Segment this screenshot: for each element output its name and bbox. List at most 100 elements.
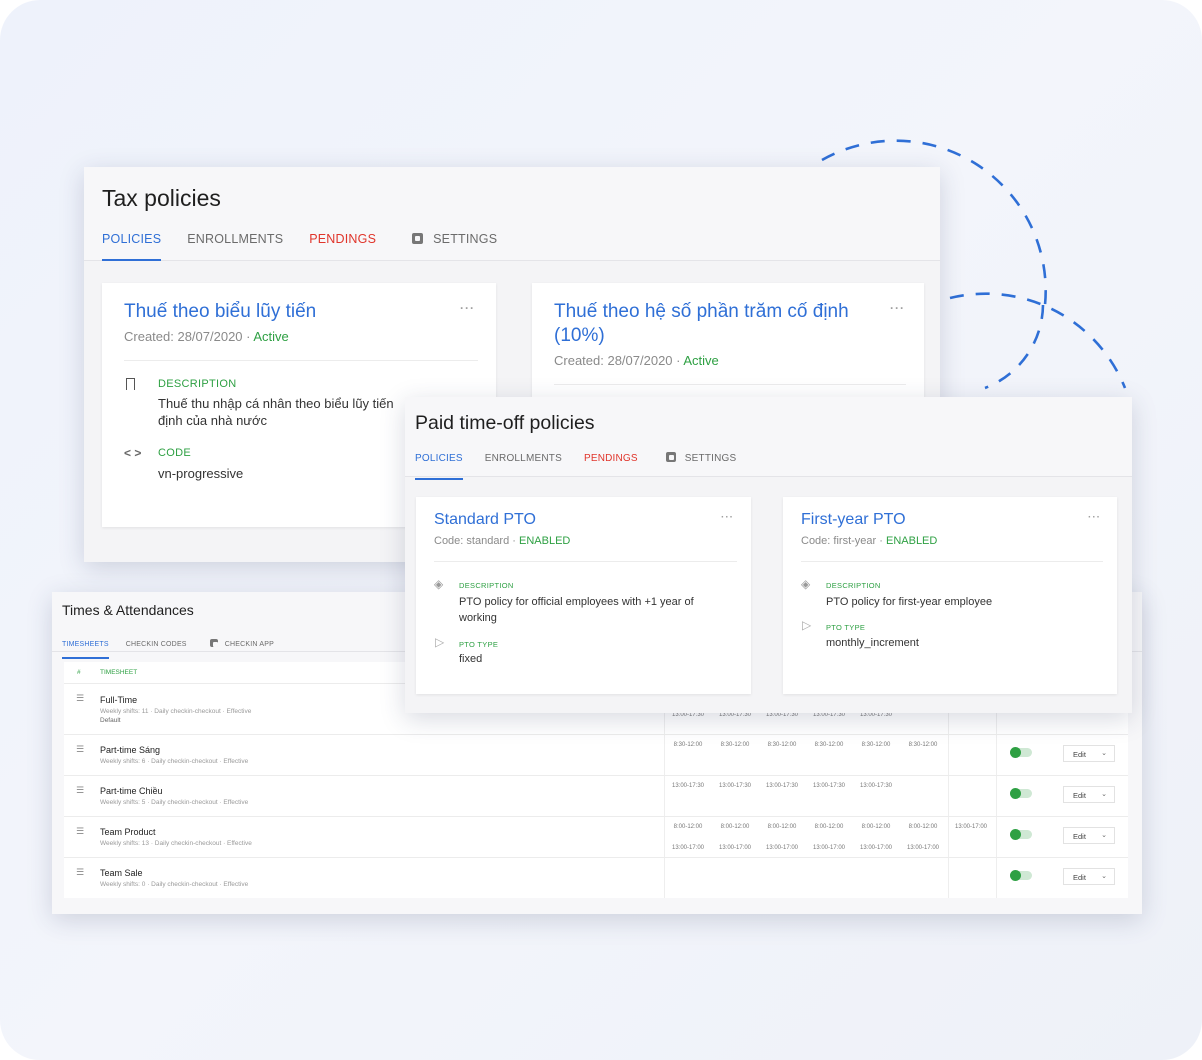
table-row[interactable]: ☰ Part-time Chiều Weekly shifts: 5 · Dai… xyxy=(64,776,1128,817)
policy-title[interactable]: Thuế theo hệ số phần trăm cố định xyxy=(554,301,849,323)
timesheet-name[interactable]: Part-time Sáng xyxy=(100,745,160,755)
edit-button[interactable]: Edit ⌄ xyxy=(1063,868,1115,885)
shift-cell: 8:30-12:00 xyxy=(861,742,891,748)
tab-enrollments[interactable]: ENROLLMENTS xyxy=(485,453,562,479)
edit-button[interactable]: Edit ⌄ xyxy=(1063,827,1115,844)
policy-title[interactable]: Thuế theo biểu lũy tiến xyxy=(124,301,316,323)
bookmark-icon xyxy=(126,378,135,390)
shift-cell: 8:00-12:00 xyxy=(673,824,703,830)
policy-meta: Code: standard · ENABLED xyxy=(434,535,570,547)
tab-checkin-app[interactable]: CHECKIN APP xyxy=(209,639,274,658)
tab-settings-label: SETTINGS xyxy=(433,232,498,246)
tab-checkin-codes[interactable]: CHECKIN CODES xyxy=(126,641,187,658)
page-title: Paid time-off policies xyxy=(415,412,595,434)
description-value: Thuế thu nhập cá nhân theo biểu lũy tiến xyxy=(158,396,394,411)
timesheet-name[interactable]: Team Sale xyxy=(100,868,143,878)
shift-cell: 13:00-17:30 xyxy=(859,783,893,789)
enabled-toggle[interactable] xyxy=(1010,747,1032,758)
drag-handle-icon[interactable]: ☰ xyxy=(76,867,84,878)
play-icon: ▷ xyxy=(435,635,445,649)
code-label: CODE xyxy=(158,447,191,459)
pto-policies-panel: Paid time-off policies POLICIES ENROLLME… xyxy=(405,397,1132,713)
shift-cell: 13:00-17:00 xyxy=(954,824,988,830)
drag-handle-icon[interactable]: ☰ xyxy=(76,826,84,837)
shift-cell: 13:00-17:30 xyxy=(718,783,752,789)
divider xyxy=(124,360,478,361)
tab-policies[interactable]: POLICIES xyxy=(415,453,463,480)
shift-cell: 13:00-17:00 xyxy=(812,845,846,851)
enabled-toggle[interactable] xyxy=(1010,788,1032,799)
tab-enrollments[interactable]: ENROLLMENTS xyxy=(187,232,283,260)
pto-type-value: fixed xyxy=(459,653,483,665)
policy-code: Code: first-year · xyxy=(801,535,883,547)
policy-title[interactable]: First-year PTO xyxy=(801,511,906,529)
shift-cell: 13:00-17:00 xyxy=(671,845,705,851)
page-title: Tax policies xyxy=(102,185,221,211)
settings-icon xyxy=(665,452,676,462)
shift-cell: 8:30-12:00 xyxy=(673,742,703,748)
drag-handle-icon[interactable]: ☰ xyxy=(76,785,84,796)
policy-meta: Created: 28/07/2020 · Active xyxy=(124,329,289,344)
policy-title-line2[interactable]: (10%) xyxy=(554,325,605,347)
drag-handle-icon[interactable]: ☰ xyxy=(76,693,84,704)
layers-icon: ◈ xyxy=(434,577,444,591)
table-row[interactable]: ☰ Team Product Weekly shifts: 13 · Daily… xyxy=(64,817,1128,858)
created-date: Created: 28/07/2020 · xyxy=(554,353,681,368)
code-value: vn-progressive xyxy=(158,466,244,481)
shift-cell: 13:00-17:00 xyxy=(718,845,752,851)
chevron-down-icon[interactable]: ⌄ xyxy=(1101,790,1107,798)
tab-settings[interactable]: SETTINGS xyxy=(412,232,497,260)
timesheet-meta: Weekly shifts: 0 · Daily checkin-checkou… xyxy=(100,881,249,888)
tab-policies[interactable]: POLICIES xyxy=(102,232,162,261)
chevron-down-icon[interactable]: ⌄ xyxy=(1101,872,1107,880)
description-label: DESCRIPTION xyxy=(826,581,881,590)
description-value-line2: định của nhà nước xyxy=(158,413,268,428)
settings-icon xyxy=(412,233,424,244)
tab-settings[interactable]: SETTINGS xyxy=(665,452,737,479)
policy-title[interactable]: Standard PTO xyxy=(434,511,536,529)
divider xyxy=(801,561,1103,562)
shift-cell: 8:30-12:00 xyxy=(814,742,844,748)
table-row[interactable]: ☰ Team Sale Weekly shifts: 0 · Daily che… xyxy=(64,858,1128,898)
settings-icon xyxy=(209,639,218,647)
status-badge: Active xyxy=(683,353,719,368)
status-badge: Active xyxy=(253,329,289,344)
more-icon[interactable]: ··· xyxy=(460,301,475,315)
tab-timesheets[interactable]: TIMESHEETS xyxy=(62,641,109,659)
enabled-toggle[interactable] xyxy=(1010,829,1032,840)
description-label: DESCRIPTION xyxy=(459,581,514,590)
edit-button[interactable]: Edit ⌄ xyxy=(1063,786,1115,803)
timesheet-name[interactable]: Team Product xyxy=(100,827,156,837)
table-row[interactable]: ☰ Part-time Sáng Weekly shifts: 6 · Dail… xyxy=(64,735,1128,776)
shift-cell: 8:30-12:00 xyxy=(720,742,750,748)
drag-handle-icon[interactable]: ☰ xyxy=(76,744,84,755)
description-value: PTO policy for official employees with +… xyxy=(459,596,694,608)
chevron-down-icon[interactable]: ⌄ xyxy=(1101,831,1107,839)
tab-pendings[interactable]: PENDINGS xyxy=(584,453,638,479)
shift-cell: 13:00-17:30 xyxy=(765,783,799,789)
shift-cell: 13:00-17:30 xyxy=(671,783,705,789)
pto-tabs: POLICIES ENROLLMENTS PENDINGS SETTINGS xyxy=(415,449,1132,480)
enabled-toggle[interactable] xyxy=(1010,870,1032,881)
divider xyxy=(434,561,737,562)
tab-pendings[interactable]: PENDINGS xyxy=(309,232,376,260)
tab-settings-label: SETTINGS xyxy=(684,453,737,464)
edit-button[interactable]: Edit ⌄ xyxy=(1063,745,1115,762)
more-icon[interactable]: ··· xyxy=(721,512,734,523)
pto-type-label: PTO TYPE xyxy=(459,640,499,649)
timesheet-name[interactable]: Full-Time xyxy=(100,695,137,705)
layers-icon: ◈ xyxy=(801,577,811,591)
status-badge: ENABLED xyxy=(519,535,571,547)
more-icon[interactable]: ··· xyxy=(1088,512,1101,523)
description-label: DESCRIPTION xyxy=(158,378,237,390)
edit-label: Edit xyxy=(1073,832,1086,841)
pto-panel-header: Paid time-off policies POLICIES ENROLLME… xyxy=(405,397,1132,480)
more-icon[interactable]: ··· xyxy=(890,301,905,315)
timesheet-name[interactable]: Part-time Chiều xyxy=(100,786,163,796)
pto-policy-card-standard[interactable]: Standard PTO ··· Code: standard · ENABLE… xyxy=(416,497,751,694)
description-value-line2: working xyxy=(459,612,497,624)
policy-meta: Created: 28/07/2020 · Active xyxy=(554,353,719,368)
pto-policy-card-first-year[interactable]: First-year PTO ··· Code: first-year · EN… xyxy=(783,497,1117,694)
chevron-down-icon[interactable]: ⌄ xyxy=(1101,749,1107,757)
shift-cell: 8:00-12:00 xyxy=(767,824,797,830)
